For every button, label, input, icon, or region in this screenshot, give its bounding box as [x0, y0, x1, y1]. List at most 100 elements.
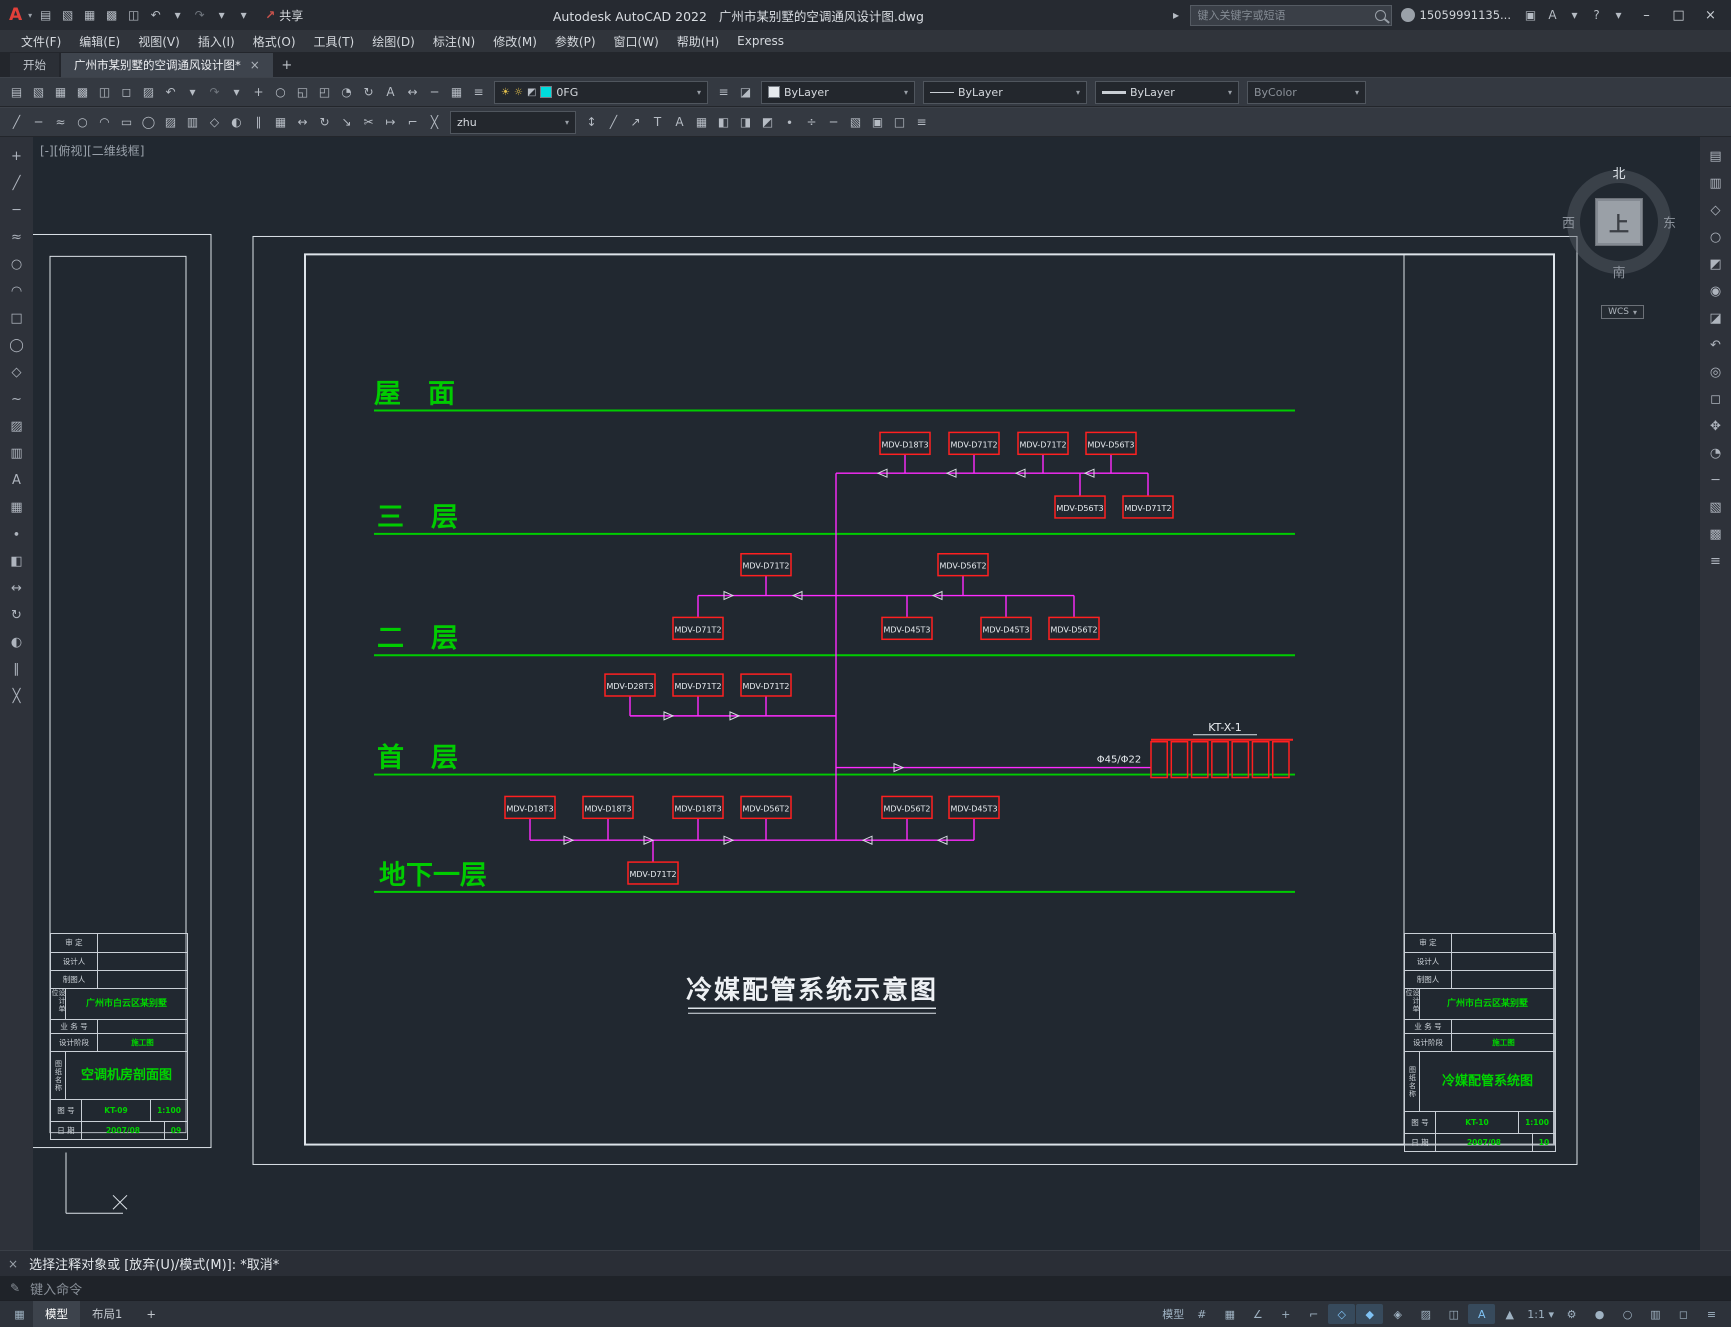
mirror-icon[interactable]: ◐ — [226, 112, 247, 133]
point-icon[interactable]: ∙ — [7, 524, 27, 544]
3d-object-snap-icon[interactable]: ◈ — [1384, 1304, 1411, 1324]
line-icon[interactable]: ╱ — [7, 173, 27, 193]
new-layout-button[interactable]: + — [134, 1301, 168, 1327]
viewport-controls[interactable]: [-][俯视][二维线框] — [40, 142, 144, 159]
clean-screen-icon[interactable]: ◻ — [1670, 1304, 1697, 1324]
autoscale-icon[interactable]: ▲ — [1496, 1304, 1523, 1324]
construction-line-icon[interactable]: ─ — [28, 112, 49, 133]
gradient-icon[interactable]: ▥ — [182, 112, 203, 133]
menu-file[interactable]: 文件(F) — [12, 30, 70, 52]
insert-block-icon[interactable]: ◨ — [735, 112, 756, 133]
erase-icon[interactable]: ╳ — [7, 686, 27, 706]
isolate-objects-icon[interactable]: ◎ — [1706, 362, 1726, 382]
annotation-scale[interactable]: 1:1 ▾ — [1524, 1304, 1557, 1324]
polyline-icon[interactable]: ≈ — [7, 227, 27, 247]
plotstyle-caret-icon[interactable]: ▾ — [1355, 88, 1359, 97]
table-icon[interactable]: ▦ — [446, 82, 467, 103]
lineweight-dropdown[interactable]: ByLayer ▾ — [1095, 80, 1239, 104]
rotate-icon[interactable]: ↻ — [314, 112, 335, 133]
help-icon[interactable]: ? — [1586, 5, 1607, 26]
table-icon[interactable]: ▦ — [7, 497, 27, 517]
compass-south-label[interactable]: 南 — [1612, 262, 1625, 281]
text-icon[interactable]: A — [7, 470, 27, 490]
annotation-visibility-icon[interactable]: A — [1468, 1304, 1496, 1324]
search-input[interactable] — [1195, 7, 1370, 23]
model-space-toggle[interactable]: 模型 — [1159, 1304, 1187, 1324]
minimize-button[interactable]: – — [1632, 0, 1661, 30]
menu-insert[interactable]: 插入(I) — [189, 30, 244, 52]
infer-constraints-icon[interactable]: ∠ — [1244, 1304, 1271, 1324]
ungroup-icon[interactable]: □ — [889, 112, 910, 133]
close-button[interactable]: × — [1696, 0, 1725, 30]
pan-tool-icon[interactable]: ✥ — [1706, 416, 1726, 436]
saveall-icon[interactable]: ▩ — [72, 82, 93, 103]
qat-customize-icon[interactable]: ▾ — [233, 5, 254, 26]
trim-icon[interactable]: ✂ — [358, 112, 379, 133]
gradient-icon[interactable]: ▥ — [7, 443, 27, 463]
layer-lock-icon[interactable]: ◩ — [1706, 254, 1726, 274]
settings-icon[interactable]: ≡ — [1706, 551, 1726, 571]
saveas-icon[interactable]: ▩ — [101, 5, 122, 26]
line-icon[interactable]: ╱ — [6, 112, 27, 133]
tab-start[interactable]: 开始 — [10, 53, 59, 77]
render-icon[interactable]: ▩ — [1706, 524, 1726, 544]
erase-icon[interactable]: ╳ — [424, 112, 445, 133]
plot-icon[interactable]: ◫ — [94, 82, 115, 103]
mirror-icon[interactable]: ◐ — [7, 632, 27, 652]
linetype-dropdown[interactable]: ByLayer ▾ — [923, 80, 1087, 104]
ortho-mode-icon[interactable]: ⌐ — [1300, 1304, 1327, 1324]
move-icon[interactable]: ↔ — [7, 578, 27, 598]
zoom-extents-icon[interactable]: ◻ — [1706, 389, 1726, 409]
share-button[interactable]: ↗ 共享 — [257, 7, 311, 24]
menu-express[interactable]: Express — [728, 30, 793, 52]
redo-caret-icon[interactable]: ▾ — [211, 5, 232, 26]
layer-properties-manager-icon[interactable]: ≡ — [713, 82, 734, 103]
offset-icon[interactable]: ∥ — [248, 112, 269, 133]
hatch-icon[interactable]: ▨ — [7, 416, 27, 436]
open-icon[interactable]: ▧ — [57, 5, 78, 26]
layout1-tab[interactable]: 布局1 — [80, 1301, 134, 1327]
hardware-acceleration-icon[interactable]: ▥ — [1642, 1304, 1669, 1324]
offset-icon[interactable]: ∥ — [7, 659, 27, 679]
isolate-objects-icon[interactable]: ○ — [1614, 1304, 1641, 1324]
text-style-dropdown[interactable]: zhu ▾ — [450, 110, 576, 134]
layer-caret-icon[interactable]: ▾ — [697, 88, 701, 97]
app-menu-caret-icon[interactable]: ▾ — [28, 11, 32, 20]
command-input-row[interactable]: ✎ 键入命令 — [0, 1276, 1731, 1300]
redo-caret-icon[interactable]: ▾ — [226, 82, 247, 103]
open-icon[interactable]: ▧ — [28, 82, 49, 103]
maximize-button[interactable]: □ — [1664, 0, 1693, 30]
layer-lock-icon[interactable]: ◩ — [527, 87, 536, 98]
measure-tool-icon[interactable]: ─ — [823, 112, 844, 133]
cart-icon[interactable]: ▣ — [1520, 5, 1541, 26]
viewcube-top-face[interactable]: 上 — [1595, 198, 1643, 246]
commandline-close-icon[interactable]: × — [8, 1257, 18, 1271]
compass-west-label[interactable]: 西 — [1562, 213, 1575, 232]
menu-help[interactable]: 帮助(H) — [668, 30, 728, 52]
wcs-selector[interactable]: WCS ▾ — [1601, 305, 1644, 319]
compass-east-label[interactable]: 东 — [1663, 213, 1676, 232]
arc-icon[interactable]: ◠ — [7, 281, 27, 301]
boundary-icon[interactable]: ◇ — [204, 112, 225, 133]
rotate-icon[interactable]: ↻ — [7, 605, 27, 625]
menu-edit[interactable]: 编辑(E) — [70, 30, 129, 52]
linetype-caret-icon[interactable]: ▾ — [1076, 88, 1080, 97]
help-caret-icon[interactable]: ▾ — [1608, 5, 1629, 26]
undo-caret-icon[interactable]: ▾ — [182, 82, 203, 103]
tab-document[interactable]: 广州市某别墅的空调通风设计图* × — [61, 53, 273, 77]
pan-icon[interactable]: + — [248, 82, 269, 103]
dim-linear-icon[interactable]: ↕ — [581, 112, 602, 133]
group-icon[interactable]: ▣ — [867, 112, 888, 133]
layer-on-icon[interactable]: ☀ — [501, 87, 510, 98]
layer-off-icon[interactable]: ○ — [1706, 227, 1726, 247]
object-snap-icon[interactable]: ◆ — [1356, 1304, 1384, 1324]
lineweight-caret-icon[interactable]: ▾ — [1228, 88, 1232, 97]
menu-draw[interactable]: 绘图(D) — [363, 30, 424, 52]
dynamic-input-icon[interactable]: + — [1272, 1304, 1299, 1324]
block-icon[interactable]: ◧ — [713, 112, 734, 133]
zoom-window-icon[interactable]: ◱ — [292, 82, 313, 103]
object-properties-icon[interactable]: ≡ — [911, 112, 932, 133]
plotstyle-dropdown[interactable]: ByColor ▾ — [1247, 80, 1366, 104]
polar-tracking-icon[interactable]: ◇ — [1328, 1304, 1356, 1324]
layer-match-icon[interactable]: ◪ — [1706, 308, 1726, 328]
